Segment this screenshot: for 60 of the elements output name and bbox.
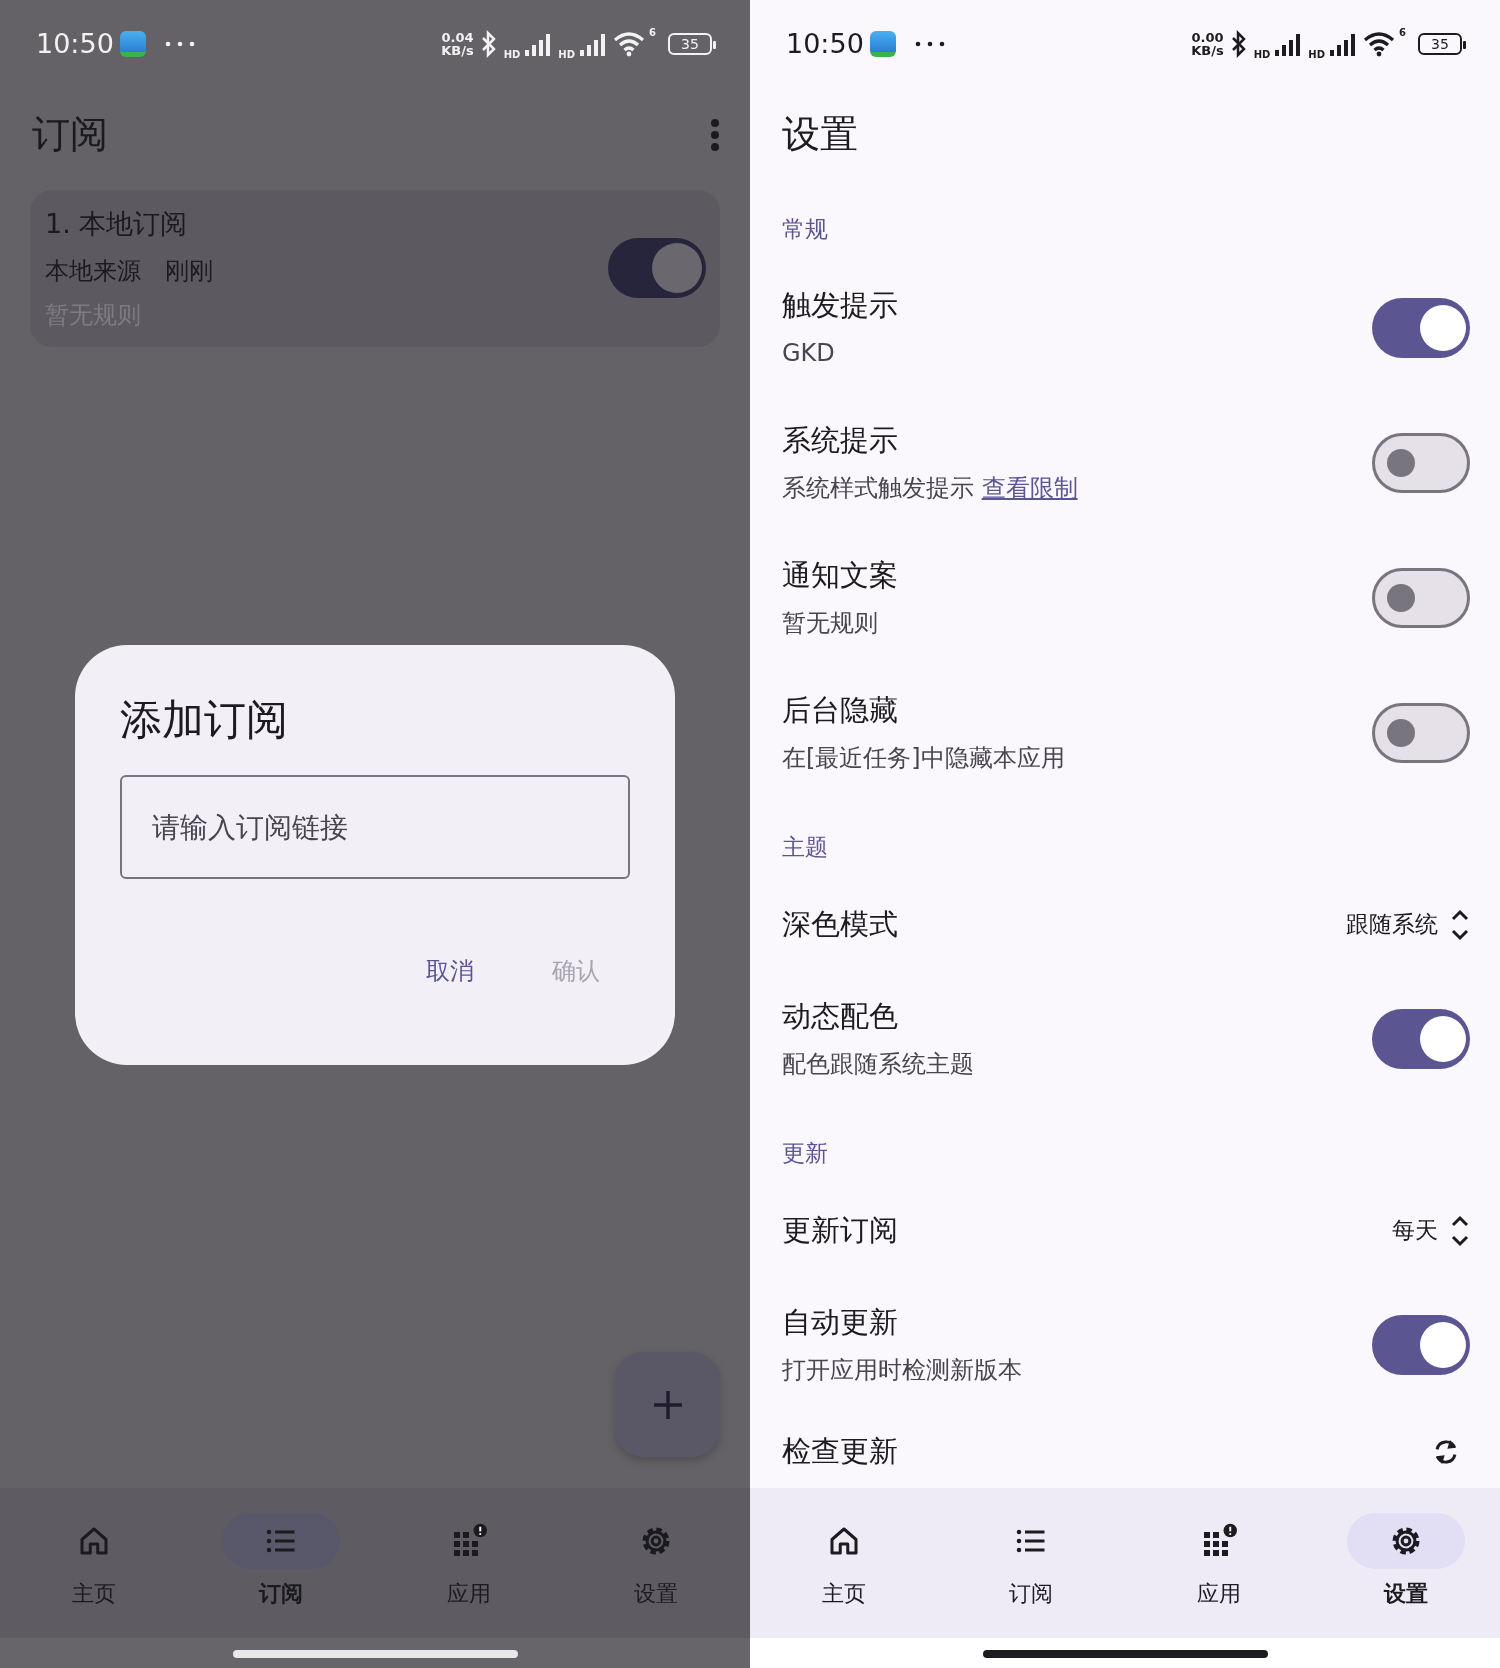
setting-description: GKD: [782, 338, 836, 370]
setting-title: 更新订阅: [782, 1211, 898, 1249]
more-vertical-icon[interactable]: [710, 118, 720, 152]
setting-row[interactable]: 深色模式 跟随系统: [750, 878, 1500, 971]
nav-tab[interactable]: 应用: [1125, 1488, 1313, 1638]
dialog-title: 添加订阅: [120, 695, 289, 746]
setting-row[interactable]: 触发提示 GKD: [750, 260, 1500, 395]
setting-value: 每天: [1392, 1216, 1438, 1246]
network-type: HD: [1308, 47, 1326, 62]
setting-description: 系统样式触发提示 查看限制: [782, 473, 1078, 505]
network-speed: 0.04: [441, 31, 474, 44]
nav-tab[interactable]: 订阅: [937, 1488, 1125, 1638]
setting-row[interactable]: 通知文案 暂无规则: [750, 530, 1500, 665]
setting-row[interactable]: 后台隐藏 在[最近任务]中隐藏本应用: [750, 665, 1500, 800]
setting-row[interactable]: 检查更新: [750, 1412, 1500, 1488]
setting-description: 配色跟随系统主题: [782, 1049, 974, 1081]
dialog-button[interactable]: 取消: [412, 945, 488, 998]
setting-title: 检查更新: [782, 1433, 898, 1471]
wifi-standard: 6: [649, 25, 656, 40]
setting-title: 触发提示: [782, 286, 898, 324]
app-icon: [869, 31, 896, 57]
page-title: 订阅: [32, 112, 108, 158]
subscription-title: 1. 本地订阅: [45, 207, 189, 241]
setting-row[interactable]: 动态配色 配色跟随系统主题: [750, 971, 1500, 1106]
clock-time: 10:50: [786, 26, 864, 61]
speed-unit: KB/s: [1191, 44, 1224, 57]
limits-link[interactable]: 查看限制: [981, 474, 1078, 503]
setting-description: 暂无规则: [782, 608, 879, 640]
setting-value: 跟随系统: [1346, 910, 1438, 940]
setting-row[interactable]: 系统提示 系统样式触发提示 查看限制: [750, 395, 1500, 530]
setting-title: 动态配色: [782, 997, 899, 1035]
source-label: 本地来源: [45, 255, 141, 287]
setting-row[interactable]: 自动更新 打开应用时检测新版本: [750, 1277, 1500, 1412]
setting-title: 系统提示: [782, 421, 899, 459]
setting-title: 后台隐藏: [782, 691, 899, 729]
section-heading: 常规: [781, 215, 829, 244]
setting-title: 深色模式: [782, 905, 898, 943]
network-speed: 0.00: [1191, 31, 1224, 44]
nav-tab[interactable]: 设置: [1312, 1488, 1500, 1638]
app-icon: [119, 31, 146, 57]
clock-time: 10:50: [36, 26, 114, 61]
setting-description: 打开应用时检测新版本: [782, 1355, 1022, 1387]
nav-tab[interactable]: 主页: [750, 1488, 938, 1638]
speed-unit: KB/s: [441, 44, 474, 57]
network-type: HD: [503, 47, 521, 62]
setting-row[interactable]: 更新订阅 每天: [750, 1184, 1500, 1277]
setting-title: 通知文案: [782, 556, 898, 594]
plus-icon: [651, 1388, 684, 1421]
network-type: HD: [1253, 47, 1271, 62]
page-title: 设置: [782, 112, 858, 158]
section-heading: 更新: [781, 1139, 829, 1168]
wifi-icon: [613, 31, 646, 57]
url-input-field[interactable]: 请输入订阅链接: [120, 775, 630, 880]
wifi-standard: 6: [1399, 25, 1406, 40]
network-type: HD: [558, 47, 576, 62]
wifi-icon: [1363, 31, 1396, 57]
section-heading: 主题: [781, 833, 829, 862]
update-time: 刚刚: [165, 255, 213, 287]
setting-title: 自动更新: [782, 1303, 899, 1341]
setting-description: 在[最近任务]中隐藏本应用: [782, 743, 1065, 775]
